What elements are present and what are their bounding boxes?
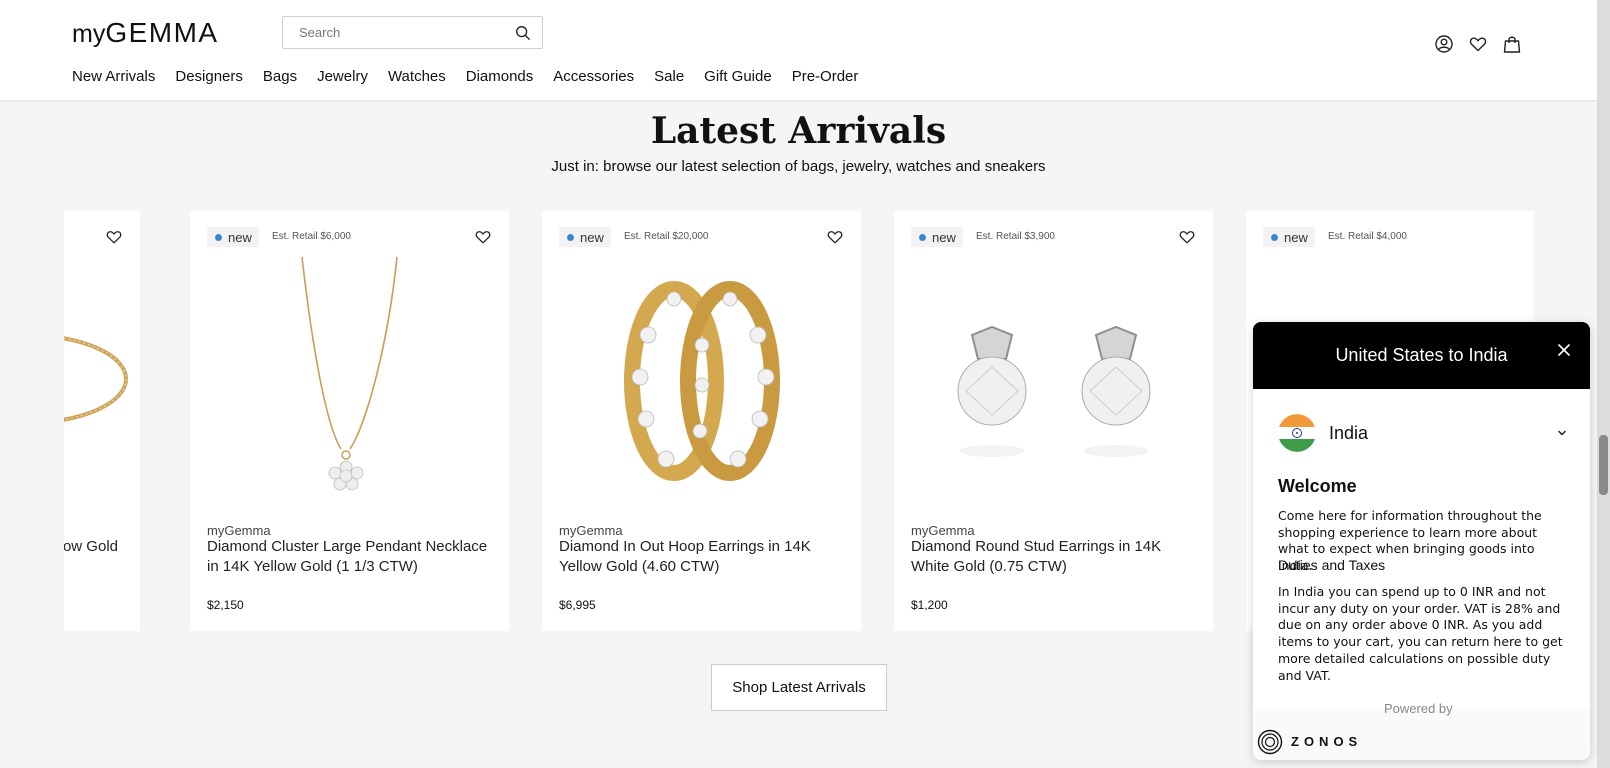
new-dot-icon <box>1271 233 1278 241</box>
chevron-down-icon[interactable] <box>1556 427 1568 439</box>
welcome-heading: Welcome <box>1278 476 1357 496</box>
nav-sale[interactable]: Sale <box>654 68 684 85</box>
product-title[interactable]: Diamond Round Stud Earrings in 14K White… <box>911 537 1196 577</box>
card-header: new Est. Retail $6,000 <box>207 227 492 247</box>
country-selector[interactable]: India <box>1278 414 1568 452</box>
nav-bags[interactable]: Bags <box>263 68 297 85</box>
wishlist-heart-icon[interactable] <box>1468 34 1488 54</box>
product-image[interactable] <box>894 255 1213 507</box>
est-retail: Est. Retail $3,900 <box>976 231 1055 242</box>
modal-title: United States to India <box>1335 345 1508 365</box>
country-name: India <box>1329 423 1369 443</box>
est-retail: Est. Retail $6,000 <box>272 231 351 242</box>
card-header: new Est. Retail $4,000 <box>1263 227 1517 247</box>
product-brand: myGemma <box>911 523 975 538</box>
nav-designers[interactable]: Designers <box>175 68 243 85</box>
product-card[interactable]: new Est. Retail $6,000 myGemma Diamond C… <box>190 211 509 631</box>
product-title[interactable]: ...Yellow Gold <box>64 537 140 557</box>
new-dot-icon <box>215 233 222 241</box>
page-scrollbar[interactable] <box>1597 0 1610 768</box>
product-price: $1,200 <box>911 598 948 612</box>
product-card[interactable]: new Est. Retail $20,000 myGemma Diamond … <box>542 211 861 631</box>
new-badge: new <box>911 227 963 247</box>
nav-jewelry[interactable]: Jewelry <box>317 68 368 85</box>
est-retail: Est. Retail $4,000 <box>1328 231 1407 242</box>
zonos-wordmark[interactable]: ZONOS <box>1291 734 1362 749</box>
modal-header: United States to India <box>1253 322 1590 389</box>
search-icon[interactable] <box>514 24 532 42</box>
zonos-logo-icon[interactable] <box>1257 729 1283 755</box>
new-badge: new <box>1263 227 1315 247</box>
powered-by-footer: Powered by ZONOS <box>1253 701 1590 760</box>
new-badge: new <box>207 227 259 247</box>
nav-accessories[interactable]: Accessories <box>553 68 634 85</box>
duties-heading: Duties and Taxes <box>1278 557 1386 573</box>
product-brand: myGemma <box>207 523 271 538</box>
section-title: Latest Arrivals <box>650 110 947 152</box>
shopping-bag-icon[interactable] <box>1502 34 1522 54</box>
product-image[interactable] <box>190 255 509 507</box>
product-card[interactable]: ...Yellow Gold <box>64 211 140 631</box>
product-price: $2,150 <box>207 598 244 612</box>
product-title[interactable]: Diamond Cluster Large Pendant Necklace i… <box>207 537 492 577</box>
est-retail: Est. Retail $20,000 <box>624 231 709 242</box>
nav-gift-guide[interactable]: Gift Guide <box>704 68 772 85</box>
close-icon[interactable] <box>1556 342 1572 358</box>
site-header: myGEMMA New Arrivals Designers Bags Jewe… <box>0 0 1597 101</box>
zonos-welcome-modal: United States to India India Welcome Com… <box>1253 322 1590 760</box>
account-icon[interactable] <box>1434 34 1454 54</box>
product-image[interactable] <box>64 255 140 507</box>
new-dot-icon <box>567 233 574 241</box>
nav-new-arrivals[interactable]: New Arrivals <box>72 68 155 85</box>
scrollbar-thumb[interactable] <box>1599 435 1608 495</box>
duties-text: In India you can spend up to 0 INR and n… <box>1278 584 1563 683</box>
nav-diamonds[interactable]: Diamonds <box>466 68 534 85</box>
header-icons <box>1434 34 1522 54</box>
product-card[interactable]: new Est. Retail $3,900 myGemma Diamond R… <box>894 211 1213 631</box>
wishlist-heart-icon[interactable] <box>474 228 492 246</box>
wishlist-heart-icon[interactable] <box>105 228 123 246</box>
card-header: new Est. Retail $20,000 <box>559 227 844 247</box>
card-header: new Est. Retail $3,900 <box>911 227 1196 247</box>
new-dot-icon <box>919 233 926 241</box>
product-price: $6,995 <box>559 598 596 612</box>
search-input[interactable] <box>299 17 509 48</box>
product-image[interactable] <box>542 255 861 507</box>
section-subtitle: Just in: browse our latest selection of … <box>551 158 1046 175</box>
nav-pre-order[interactable]: Pre-Order <box>792 68 859 85</box>
main-nav: New Arrivals Designers Bags Jewelry Watc… <box>72 68 858 85</box>
india-flag-icon <box>1278 414 1316 452</box>
nav-watches[interactable]: Watches <box>388 68 446 85</box>
wishlist-heart-icon[interactable] <box>826 228 844 246</box>
shop-latest-arrivals-button[interactable]: Shop Latest Arrivals <box>711 664 887 711</box>
wishlist-heart-icon[interactable] <box>1178 228 1196 246</box>
site-logo[interactable]: myGEMMA <box>72 17 219 49</box>
powered-by-label: Powered by <box>1384 701 1453 716</box>
new-badge: new <box>559 227 611 247</box>
search-box <box>282 16 543 49</box>
product-brand: myGemma <box>559 523 623 538</box>
product-title[interactable]: Diamond In Out Hoop Earrings in 14K Yell… <box>559 537 844 577</box>
